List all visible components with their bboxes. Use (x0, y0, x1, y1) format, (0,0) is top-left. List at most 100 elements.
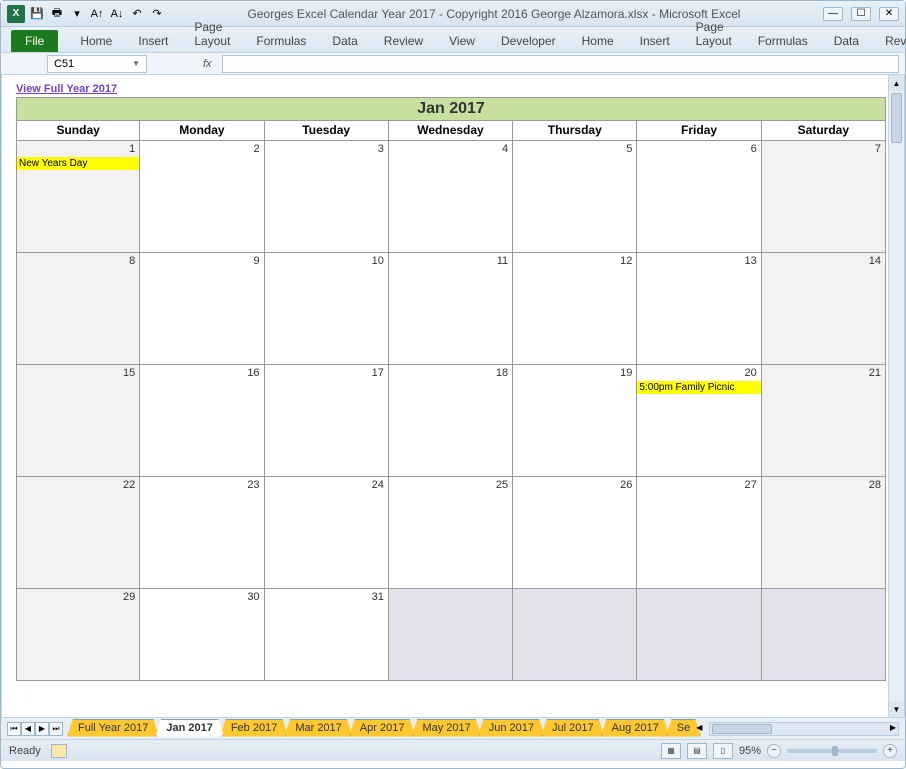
filter-icon[interactable]: ▾ (69, 6, 85, 22)
ribbon-tab-formulas[interactable]: Formulas (252, 30, 310, 52)
dayhead-thursday: Thursday (513, 121, 637, 141)
ribbon-tab-home[interactable]: Home (578, 30, 618, 52)
scroll-up-icon[interactable]: ▲ (889, 75, 904, 91)
calendar-cell[interactable]: 28 (762, 477, 886, 589)
sheet-tab-mar-2017[interactable]: Mar 2017 (284, 719, 352, 737)
ribbon-tab-insert[interactable]: Insert (636, 30, 674, 52)
calendar-cell[interactable]: 31 (265, 589, 389, 681)
print-icon[interactable]: 🖶 (49, 6, 65, 22)
calendar-cell[interactable]: 19 (513, 365, 637, 477)
calendar-cell[interactable]: 10 (265, 253, 389, 365)
page-break-view-icon[interactable]: ▯ (713, 743, 733, 759)
calendar-cell[interactable] (762, 589, 886, 681)
calendar-cell[interactable]: 23 (140, 477, 264, 589)
ribbon-tab-review[interactable]: Review (881, 30, 906, 52)
ribbon-tab-review[interactable]: Review (380, 30, 427, 52)
scroll-thumb[interactable] (891, 93, 902, 143)
day-number: 9 (253, 255, 259, 267)
ribbon-tab-developer[interactable]: Developer (497, 30, 560, 52)
ribbon-tab-view[interactable]: View (445, 30, 479, 52)
fx-icon[interactable]: fx (203, 58, 212, 70)
calendar-cell[interactable]: 11 (389, 253, 513, 365)
vertical-scrollbar[interactable]: ▲ ▼ (888, 75, 904, 717)
worksheet-area: View Full Year 2017 Jan 2017 SundayMonda… (1, 75, 905, 717)
sheet-tab-jun-2017[interactable]: Jun 2017 (478, 719, 545, 737)
calendar-cell[interactable]: 25 (389, 477, 513, 589)
calendar-cell[interactable]: 7 (762, 141, 886, 253)
sheet-last-icon[interactable]: ⏭ (49, 722, 63, 736)
minimize-button[interactable]: — (823, 7, 843, 21)
horizontal-scrollbar[interactable]: ◀ ▶ (709, 722, 899, 736)
day-number: 7 (875, 143, 881, 155)
formula-input[interactable] (222, 55, 899, 73)
zoom-slider[interactable] (787, 749, 877, 753)
sort-asc-icon[interactable]: A↑ (89, 6, 105, 22)
sheet-first-icon[interactable]: ⏮ (7, 722, 21, 736)
sheet-next-icon[interactable]: ▶ (35, 722, 49, 736)
sheet-tab-jul-2017[interactable]: Jul 2017 (541, 719, 605, 737)
calendar-cell[interactable]: 26 (513, 477, 637, 589)
ribbon-tab-data[interactable]: Data (830, 30, 863, 52)
calendar-cell[interactable]: 13 (637, 253, 761, 365)
scroll-down-icon[interactable]: ▼ (889, 701, 904, 717)
calendar-event[interactable]: 5:00pm Family Picnic (637, 381, 760, 394)
sheet-tab-apr-2017[interactable]: Apr 2017 (349, 719, 416, 737)
name-box[interactable]: C51 ▼ (47, 55, 147, 73)
view-full-year-link[interactable]: View Full Year 2017 (16, 83, 117, 95)
calendar-cell[interactable]: 29 (16, 589, 140, 681)
sheet-tab-full-year-2017[interactable]: Full Year 2017 (67, 719, 159, 737)
calendar-cell[interactable]: 3 (265, 141, 389, 253)
calendar-cell[interactable]: 30 (140, 589, 264, 681)
save-icon[interactable]: 💾 (29, 6, 45, 22)
calendar-cell[interactable]: 1New Years Day (16, 141, 140, 253)
calendar-cell[interactable]: 205:00pm Family Picnic (637, 365, 761, 477)
calendar-event[interactable]: New Years Day (17, 157, 139, 170)
ribbon-tab-page-layout[interactable]: Page Layout (190, 16, 234, 52)
calendar-cell[interactable]: 9 (140, 253, 264, 365)
calendar-cell[interactable]: 21 (762, 365, 886, 477)
calendar-cell[interactable]: 2 (140, 141, 264, 253)
hscroll-right-icon[interactable]: ▶ (890, 723, 896, 732)
calendar-cell[interactable]: 5 (513, 141, 637, 253)
calendar-cell[interactable]: 27 (637, 477, 761, 589)
calendar-cell[interactable]: 22 (16, 477, 140, 589)
name-box-dropdown-icon[interactable]: ▼ (132, 59, 140, 68)
calendar-cell[interactable] (513, 589, 637, 681)
calendar-cell[interactable] (389, 589, 513, 681)
calendar-cell[interactable]: 15 (16, 365, 140, 477)
sheet-tab-jan-2017[interactable]: Jan 2017 (155, 719, 223, 737)
zoom-in-icon[interactable]: + (883, 744, 897, 758)
close-button[interactable]: ✕ (879, 7, 899, 21)
calendar-cell[interactable]: 14 (762, 253, 886, 365)
ribbon-tab-page-layout[interactable]: Page Layout (692, 16, 736, 52)
macro-icon[interactable] (51, 744, 67, 758)
page-layout-view-icon[interactable]: ▤ (687, 743, 707, 759)
normal-view-icon[interactable]: ▦ (661, 743, 681, 759)
ribbon-tab-formulas[interactable]: Formulas (754, 30, 812, 52)
calendar-cell[interactable]: 17 (265, 365, 389, 477)
calendar-cell[interactable]: 6 (637, 141, 761, 253)
redo-icon[interactable]: ↷ (149, 6, 165, 22)
sheet-tab-may-2017[interactable]: May 2017 (411, 719, 481, 737)
ribbon-tab-data[interactable]: Data (328, 30, 361, 52)
sheet-tab-feb-2017[interactable]: Feb 2017 (220, 719, 288, 737)
zoom-out-icon[interactable]: − (767, 744, 781, 758)
calendar-cell[interactable]: 16 (140, 365, 264, 477)
undo-icon[interactable]: ↶ (129, 6, 145, 22)
sheet-prev-icon[interactable]: ◀ (21, 722, 35, 736)
sheet-tab-aug-2017[interactable]: Aug 2017 (601, 719, 670, 737)
calendar-cell[interactable]: 12 (513, 253, 637, 365)
calendar-cell[interactable] (637, 589, 761, 681)
calendar-cell[interactable]: 24 (265, 477, 389, 589)
file-tab[interactable]: File (11, 30, 58, 52)
ribbon-tab-home[interactable]: Home (76, 30, 116, 52)
calendar-cell[interactable]: 4 (389, 141, 513, 253)
hscroll-left-icon[interactable]: ◀ (696, 723, 702, 732)
calendar-cell[interactable]: 8 (16, 253, 140, 365)
name-box-value: C51 (54, 58, 74, 70)
maximize-button[interactable]: ☐ (851, 7, 871, 21)
calendar-cell[interactable]: 18 (389, 365, 513, 477)
hscroll-thumb[interactable] (712, 724, 772, 734)
ribbon-tab-insert[interactable]: Insert (134, 30, 172, 52)
sort-desc-icon[interactable]: A↓ (109, 6, 125, 22)
